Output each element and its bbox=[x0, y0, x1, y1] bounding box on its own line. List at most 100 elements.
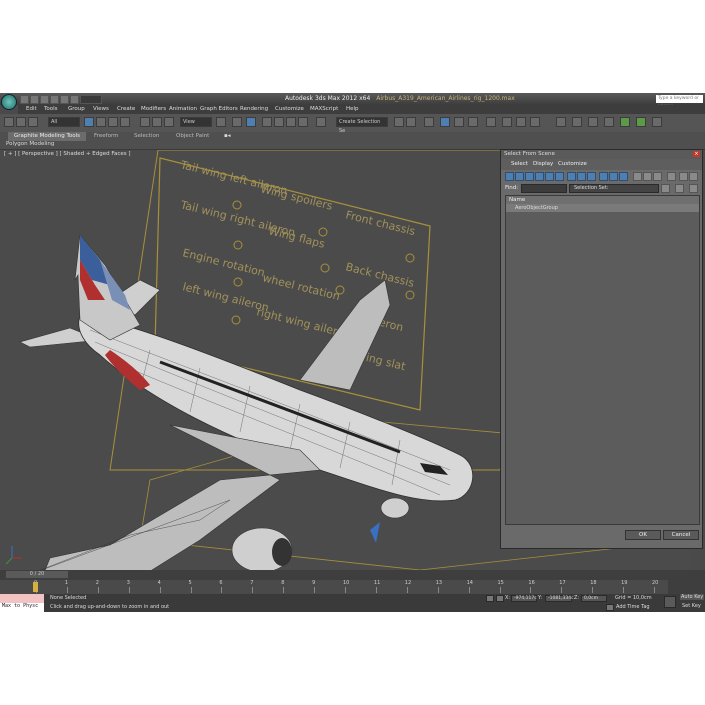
select-all-icon[interactable] bbox=[633, 172, 642, 181]
ctrl-tail-right-aileron-knob[interactable] bbox=[233, 240, 243, 250]
rectangular-selection-icon[interactable] bbox=[108, 117, 118, 127]
redo-icon[interactable] bbox=[60, 95, 69, 104]
scale-icon[interactable] bbox=[164, 117, 174, 127]
ctrl-tail-left-aileron-knob[interactable] bbox=[232, 200, 242, 210]
absolute-mode-icon[interactable] bbox=[496, 595, 504, 602]
window-crossing-icon[interactable] bbox=[120, 117, 130, 127]
angle-snap-icon[interactable] bbox=[274, 117, 284, 127]
container-icon[interactable] bbox=[556, 117, 566, 127]
ctrl-wing-spoilers-knob[interactable] bbox=[318, 227, 328, 237]
spinner-snap-icon[interactable] bbox=[298, 117, 308, 127]
dialog-title[interactable]: Select From Scene bbox=[501, 150, 702, 159]
tab-object-paint[interactable]: Object Paint bbox=[176, 133, 209, 139]
filter-icon[interactable] bbox=[667, 172, 676, 181]
cancel-button[interactable]: Cancel bbox=[663, 530, 699, 540]
toolbar-extra-icon-3[interactable] bbox=[604, 117, 614, 127]
menu-edit[interactable]: Edit bbox=[26, 106, 37, 112]
dialog-menu-select[interactable]: Select bbox=[511, 161, 528, 167]
display-xrefs-icon[interactable] bbox=[577, 172, 586, 181]
select-object-icon[interactable] bbox=[84, 117, 94, 127]
scene-object-list[interactable]: Name AeroObjectGroup bbox=[505, 195, 700, 525]
time-slider[interactable]: 0 / 20 bbox=[6, 571, 68, 578]
render-setup-icon[interactable] bbox=[502, 117, 512, 127]
dialog-menu-display[interactable]: Display bbox=[533, 161, 553, 167]
rotate-icon[interactable] bbox=[152, 117, 162, 127]
manipulate-icon[interactable] bbox=[232, 117, 242, 127]
filter-options-icon[interactable] bbox=[661, 184, 670, 193]
find-input[interactable] bbox=[521, 184, 567, 193]
percent-snap-icon[interactable] bbox=[286, 117, 296, 127]
mirror-icon[interactable] bbox=[394, 117, 404, 127]
layer-manager-icon[interactable] bbox=[424, 117, 434, 127]
time-slider-thumb[interactable] bbox=[33, 582, 38, 592]
close-icon[interactable]: × bbox=[693, 151, 700, 157]
display-containers-icon[interactable] bbox=[599, 172, 608, 181]
graphite-toggle-icon[interactable] bbox=[440, 117, 450, 127]
ctrl-left-wing-aileron-knob[interactable] bbox=[231, 315, 241, 325]
ok-button[interactable]: OK bbox=[625, 530, 661, 540]
align-icon[interactable] bbox=[406, 117, 416, 127]
selection-filter-dropdown[interactable]: All bbox=[48, 117, 80, 127]
display-shapes-icon[interactable] bbox=[515, 172, 524, 181]
project-folder-icon[interactable] bbox=[70, 95, 79, 104]
y-coord-field[interactable]: -1081,334c bbox=[545, 595, 574, 602]
display-helpers-icon[interactable] bbox=[545, 172, 554, 181]
menu-animation[interactable]: Animation bbox=[169, 106, 197, 112]
display-frozen-icon[interactable] bbox=[609, 172, 618, 181]
menu-tools[interactable]: Tools bbox=[44, 106, 58, 112]
add-time-tag-icon[interactable] bbox=[606, 604, 614, 611]
menu-customize[interactable]: Customize bbox=[275, 106, 304, 112]
menu-rendering[interactable]: Rendering bbox=[240, 106, 268, 112]
menu-modifiers[interactable]: Modifiers bbox=[141, 106, 166, 112]
rendered-frame-window-icon[interactable] bbox=[516, 117, 526, 127]
z-coord-field[interactable]: 0,0cm bbox=[581, 595, 607, 602]
options-icon[interactable] bbox=[689, 184, 698, 193]
track-bar[interactable]: 01234567891011121314151617181920 bbox=[0, 580, 668, 594]
schematic-view-icon[interactable] bbox=[468, 117, 478, 127]
select-link-icon[interactable] bbox=[4, 117, 14, 127]
curve-editor-icon[interactable] bbox=[454, 117, 464, 127]
move-icon[interactable] bbox=[140, 117, 150, 127]
material-editor-icon[interactable] bbox=[486, 117, 496, 127]
undo-icon[interactable] bbox=[50, 95, 59, 104]
lock-selection-icon[interactable] bbox=[486, 595, 494, 602]
pivot-center-icon[interactable] bbox=[216, 117, 226, 127]
select-none-icon[interactable] bbox=[643, 172, 652, 181]
display-groups-icon[interactable] bbox=[567, 172, 576, 181]
snaps-toggle-icon[interactable] bbox=[262, 117, 272, 127]
menu-help[interactable]: Help bbox=[346, 106, 359, 112]
ribbon-options-icon[interactable]: ▪◂ bbox=[224, 133, 231, 139]
dialog-menu-customize[interactable]: Customize bbox=[558, 161, 587, 167]
polygon-modeling-panel[interactable]: Polygon Modeling bbox=[6, 141, 54, 147]
menu-create[interactable]: Create bbox=[117, 106, 135, 112]
new-file-icon[interactable] bbox=[20, 95, 29, 104]
ctrl-back-chassis-knob[interactable] bbox=[405, 290, 415, 300]
x-coord-field[interactable]: -974,117c bbox=[511, 595, 537, 602]
app-logo-icon[interactable] bbox=[1, 94, 17, 110]
select-invert-icon[interactable] bbox=[653, 172, 662, 181]
tab-graphite-modeling-tools[interactable]: Graphite Modeling Tools bbox=[8, 132, 87, 141]
toolbar-extra-icon-5[interactable] bbox=[636, 117, 646, 127]
key-icon[interactable] bbox=[664, 596, 676, 608]
open-file-icon[interactable] bbox=[30, 95, 39, 104]
menu-graph-editors[interactable]: Graph Editors bbox=[200, 106, 238, 112]
display-influences-icon[interactable] bbox=[689, 172, 698, 181]
edit-named-sets-icon[interactable] bbox=[316, 117, 326, 127]
maxscript-listener[interactable]: Max to Physc bbox=[0, 594, 44, 612]
display-hidden-icon[interactable] bbox=[619, 172, 628, 181]
maxscript-input[interactable]: Max to Physc bbox=[2, 603, 38, 609]
toolbar-extra-icon-4[interactable] bbox=[620, 117, 630, 127]
reference-coord-dropdown[interactable]: View bbox=[180, 117, 212, 127]
select-by-name-icon[interactable] bbox=[96, 117, 106, 127]
search-input[interactable]: Type a keyword or phrase bbox=[656, 95, 703, 109]
add-time-tag[interactable]: Add Time Tag bbox=[616, 604, 650, 610]
named-selection-dropdown[interactable]: Create Selection Se bbox=[336, 117, 388, 134]
workspace-dropdown[interactable] bbox=[80, 95, 102, 104]
sort-icon[interactable] bbox=[675, 184, 684, 193]
toolbar-extra-icon-1[interactable] bbox=[572, 117, 582, 127]
right-engine[interactable] bbox=[380, 497, 410, 519]
viewport-label[interactable]: [ + ] [ Perspective ] [ Shaded + Edged F… bbox=[4, 151, 131, 157]
set-key-button[interactable]: Set Key bbox=[682, 603, 701, 609]
render-production-icon[interactable] bbox=[530, 117, 540, 127]
selection-set-dropdown[interactable]: Selection Set: bbox=[569, 184, 659, 193]
